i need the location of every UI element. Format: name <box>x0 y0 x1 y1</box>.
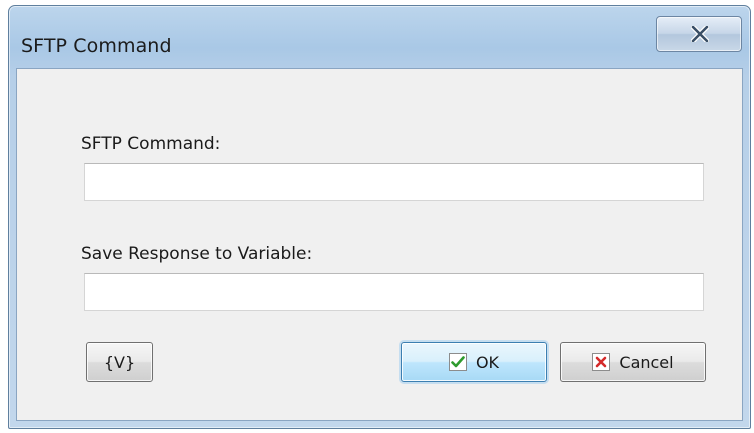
close-button[interactable] <box>656 16 742 52</box>
save-response-label: Save Response to Variable: <box>81 244 313 264</box>
save-response-variable-input[interactable] <box>84 273 704 311</box>
insert-variable-button[interactable]: {V} <box>86 342 153 382</box>
insert-variable-label: {V} <box>103 352 136 372</box>
ok-button[interactable]: OK <box>401 342 547 382</box>
sftp-command-dialog: SFTP Command SFTP Command: Save Response… <box>8 5 751 429</box>
sftp-command-label: SFTP Command: <box>81 134 221 154</box>
x-mark-icon <box>592 353 611 371</box>
ok-label: OK <box>475 352 500 372</box>
title-bar[interactable]: SFTP Command <box>9 6 750 68</box>
dialog-body: SFTP Command: Save Response to Variable:… <box>16 68 743 421</box>
sftp-command-input[interactable] <box>84 163 704 201</box>
close-icon <box>691 26 709 42</box>
window-title: SFTP Command <box>21 35 172 57</box>
checkmark-icon <box>448 353 467 371</box>
cancel-button[interactable]: Cancel <box>560 342 706 382</box>
cancel-label: Cancel <box>619 352 674 372</box>
